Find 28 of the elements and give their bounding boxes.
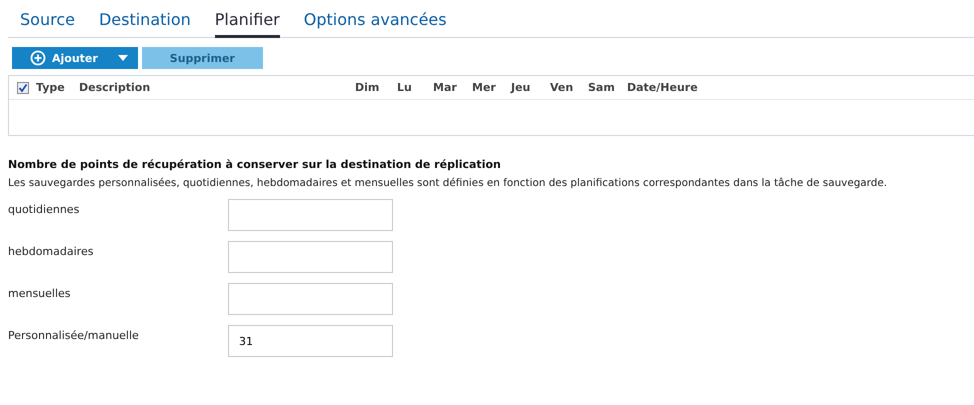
column-header: Description: [79, 81, 152, 94]
column-header: Jeu: [511, 81, 532, 94]
column-header: Dim: [355, 81, 380, 94]
column-header: Ven: [550, 81, 574, 94]
field-label: hebdomadaires: [8, 244, 94, 258]
column-header: Date/Heure: [627, 81, 699, 94]
section-description: Les sauvegardes personnalisées, quotidiennes, hebdomadaires et mensuelles sont définies en fonction des planifications correspondantes dans la tâche de sauvegarde.: [8, 177, 888, 189]
field-label: mensuelles: [8, 286, 72, 300]
column-header: Sam: [588, 81, 616, 94]
tab[interactable]: Planifier: [214, 8, 280, 38]
column-header: Mer: [472, 81, 497, 94]
add-icon: [30, 50, 46, 66]
section-title: Nombre de points de récupération à conserver sur la destination de réplication: [8, 158, 502, 171]
input-field[interactable]: [228, 199, 393, 231]
column-header: Lu: [397, 81, 413, 94]
input-field[interactable]: 31: [228, 325, 393, 357]
tab[interactable]: Source: [20, 8, 75, 38]
column-header: Type: [36, 81, 66, 94]
select-all-checkbox[interactable]: [16, 82, 28, 94]
caret-icon: [118, 55, 128, 61]
input-field[interactable]: [228, 241, 393, 273]
field-label: Personnalisée/manuelle: [8, 328, 140, 342]
tab[interactable]: Options avancées: [304, 8, 447, 38]
column-header: Mar: [433, 81, 458, 94]
input-field[interactable]: [228, 283, 393, 315]
tab[interactable]: Destination: [98, 8, 191, 38]
add-button[interactable]: Ajouter: [12, 47, 138, 69]
field-label: quotidiennes: [8, 202, 80, 216]
